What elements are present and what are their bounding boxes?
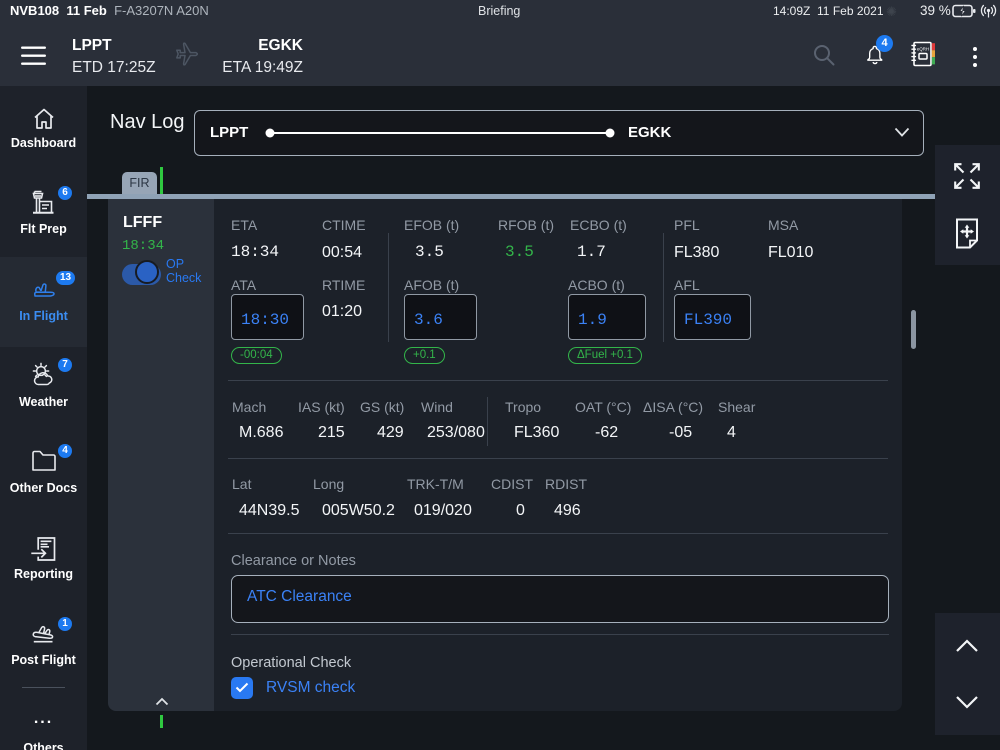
svg-text:eQRH: eQRH	[917, 47, 929, 52]
